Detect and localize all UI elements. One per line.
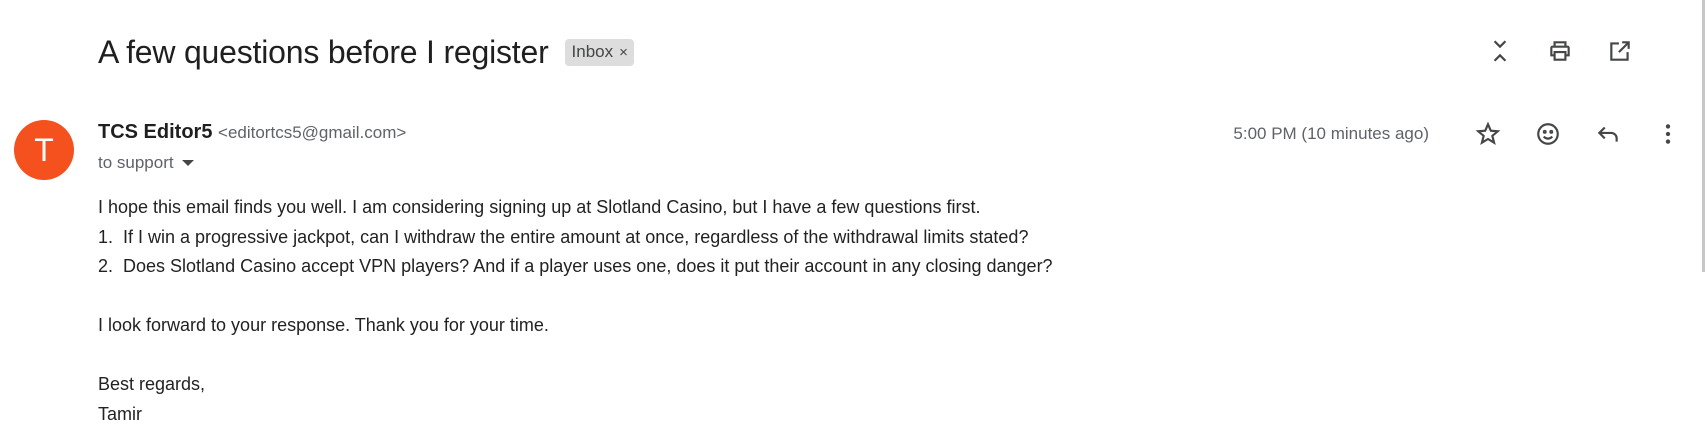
- sender-line: TCS Editor5 <editortcs5@gmail.com>: [98, 121, 406, 144]
- star-icon[interactable]: [1473, 119, 1503, 149]
- inbox-label-chip: Inbox ×: [564, 39, 634, 66]
- body-line: 2. Does Slotland Casino accept VPN playe…: [98, 256, 1053, 276]
- thread-toolbar: [1485, 36, 1635, 66]
- message-time: 5:00 PM (10 minutes ago): [1233, 124, 1429, 143]
- recipients-text: to support: [98, 153, 174, 172]
- avatar[interactable]: T: [14, 120, 74, 180]
- more-vert-icon[interactable]: [1653, 119, 1683, 149]
- subject-row: A few questions before I register Inbox …: [98, 34, 634, 71]
- email-body: I hope this email finds you well. I am c…: [98, 193, 1053, 429]
- email-subject: A few questions before I register: [98, 34, 549, 70]
- open-new-window-icon[interactable]: [1605, 36, 1635, 66]
- collapse-icon[interactable]: [1485, 36, 1515, 66]
- body-line: Best regards,: [98, 374, 206, 394]
- print-icon[interactable]: [1545, 36, 1575, 66]
- label-text: Inbox: [571, 42, 614, 61]
- sender-email: <editortcs5@gmail.com>: [218, 123, 407, 142]
- reply-icon[interactable]: [1593, 119, 1623, 149]
- body-line: I look forward to your response. Thank y…: [98, 315, 549, 335]
- body-line: Tamir: [98, 403, 142, 424]
- sender-name[interactable]: TCS Editor5: [98, 121, 212, 143]
- recipients-line: to support: [98, 153, 194, 173]
- remove-label-button[interactable]: ×: [619, 44, 628, 61]
- show-details-icon[interactable]: [181, 160, 194, 166]
- body-line: 1. If I win a progressive jackpot, can I…: [98, 226, 1029, 247]
- body-line: I hope this email finds you well. I am c…: [98, 197, 981, 217]
- emoji-icon[interactable]: [1533, 119, 1563, 149]
- message-actions: [1473, 119, 1683, 149]
